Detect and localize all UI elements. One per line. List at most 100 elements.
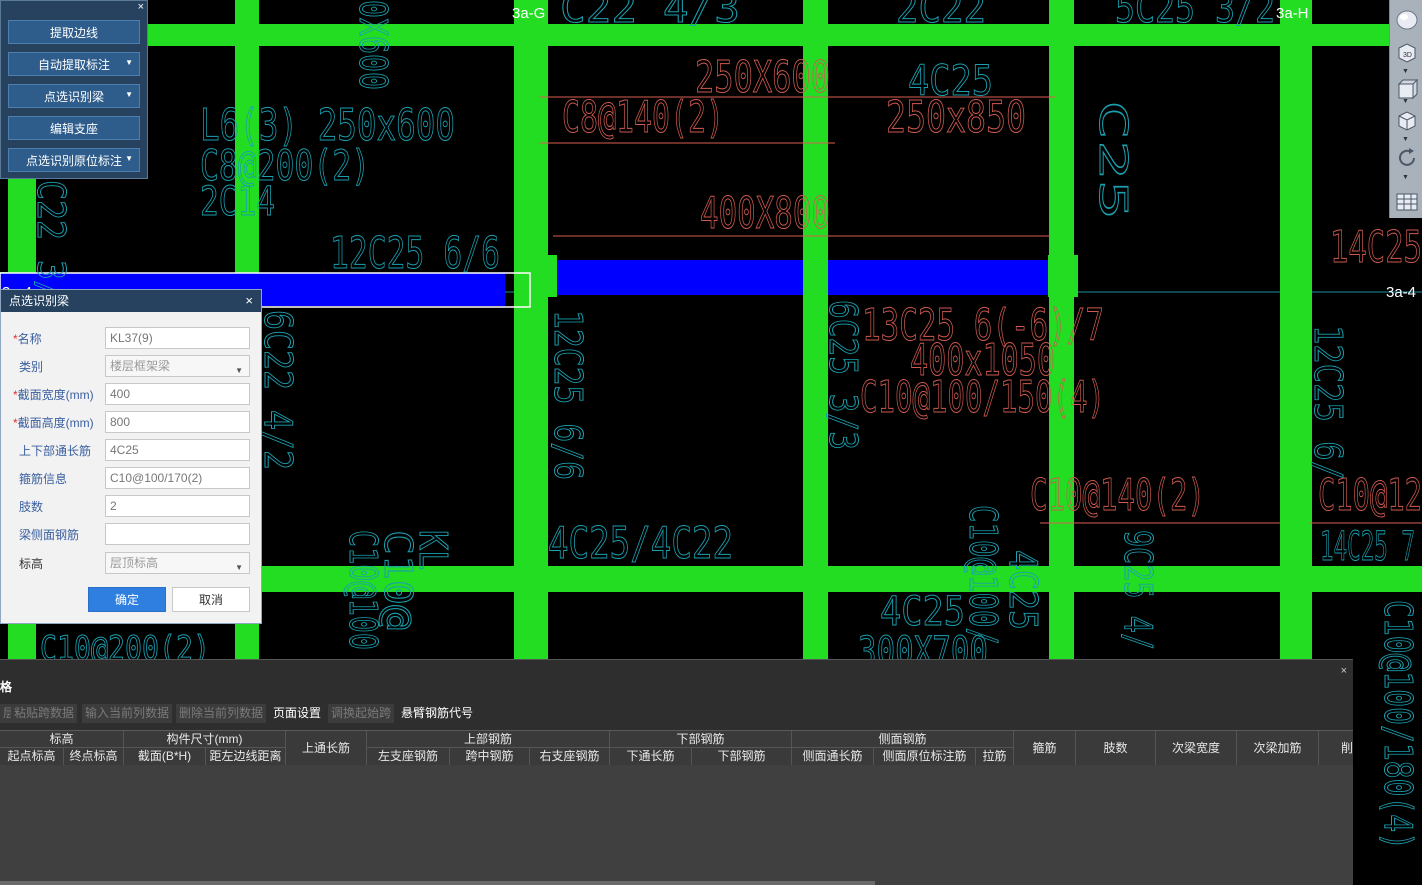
field-category: 类别 楼层框架梁 ▼ (1, 355, 263, 377)
stirrup-input[interactable]: C10@100/170(2) (105, 467, 250, 489)
tool-button-label: 自动提取标注 (37, 57, 110, 72)
tool-button-label: 点选识别原位标注 (25, 153, 122, 168)
cad-label: C22 4/3 (560, 0, 740, 32)
header-side-inplace[interactable]: 侧面原位标注筋 (874, 748, 976, 765)
field-label: 箍筋信息 (19, 472, 68, 486)
cube-view-icon[interactable] (1393, 106, 1420, 134)
header-secondary-rebar[interactable]: 次梁加筋 (1237, 731, 1319, 765)
pick-identify-beam-dialog: 点选识别梁 × *名称 KL37(9) 类别 楼层框架梁 ▼ *截面宽度(mm) … (0, 289, 262, 624)
chevron-down-icon[interactable]: ▼ (1402, 98, 1409, 105)
header-tie-bar[interactable]: 拉筋 (976, 748, 1014, 765)
header-side-through[interactable]: 侧面通长筋 (792, 748, 874, 765)
section-height-input[interactable]: 800 (105, 411, 250, 433)
category-select[interactable]: 楼层框架梁 ▼ (105, 355, 250, 377)
close-icon[interactable]: × (245, 290, 253, 312)
tool-button-label: 编辑支座 (49, 121, 98, 136)
field-label: *名称 (13, 332, 42, 346)
cancel-button[interactable]: 取消 (172, 587, 250, 612)
delete-column-data-button[interactable]: 删除当前列数据 (176, 704, 267, 723)
axis-label: 3a-4 (1386, 284, 1416, 301)
header-elevation[interactable]: 标高 (0, 731, 124, 748)
table-body[interactable] (0, 765, 1353, 885)
3d-view-icon[interactable]: 3D (1393, 38, 1420, 66)
beam-tool-panel: × 提取边线 自动提取标注 ▼ 点选识别梁 ▼ 编辑支座 点选识别原位标注 ▼ (0, 0, 148, 179)
cad-label: 12C25 6/6 (546, 310, 590, 480)
header-size[interactable]: 构件尺寸(mm) (124, 731, 286, 748)
header-bottom-through[interactable]: 下通长筋 (610, 748, 692, 765)
tool-panel-close-icon[interactable]: × (138, 1, 144, 13)
field-label: *截面高度(mm) (13, 416, 94, 430)
close-icon[interactable]: × (1341, 665, 1347, 677)
swap-start-span-button[interactable]: 调换起始跨 (328, 704, 395, 723)
header-start-elevation[interactable]: 起点标高 (0, 748, 64, 765)
header-stirrup[interactable]: 箍筋 (1014, 731, 1076, 765)
edit-support-button[interactable]: 编辑支座 (8, 116, 140, 140)
cantilever-rebar-code-button[interactable]: 悬臂钢筋代号 (398, 704, 476, 723)
pick-identify-beam-button[interactable]: 点选识别梁 ▼ (8, 84, 140, 108)
header-end-elevation[interactable]: 终点标高 (64, 748, 124, 765)
cad-label: C8@140(2) (562, 92, 724, 143)
layout-grid-icon[interactable] (1393, 188, 1420, 216)
header-bottom-rebar[interactable]: 下部钢筋 (610, 731, 792, 748)
extract-edge-button[interactable]: 提取边线 (8, 20, 140, 44)
cad-label: C10@100/180(4) (1376, 600, 1420, 850)
field-through-bars: 上下部通长筋 4C25 (1, 439, 263, 461)
render-sphere-icon[interactable] (1393, 6, 1420, 34)
dialog-titlebar[interactable]: 点选识别梁 × (1, 290, 261, 312)
header-side-rebar[interactable]: 侧面钢筋 (792, 731, 1014, 748)
input-column-data-button[interactable]: 输入当前列数据 (82, 704, 173, 723)
header-top-through[interactable]: 上通长筋 (286, 731, 367, 765)
header-right-support[interactable]: 右支座钢筋 (530, 748, 610, 765)
chevron-down-icon[interactable]: ▼ (1402, 136, 1409, 143)
field-stirrup: 箍筋信息 C10@100/170(2) (1, 467, 263, 489)
header-secondary-width[interactable]: 次梁宽度 (1156, 731, 1237, 765)
cad-label: C22 3/ (29, 180, 73, 300)
field-name: *名称 KL37(9) (1, 327, 263, 349)
cad-label: 2C14 (200, 179, 275, 225)
header-left-edge-distance[interactable]: 距左边线距离 (206, 748, 286, 765)
section-width-input[interactable]: 400 (105, 383, 250, 405)
header-left-support[interactable]: 左支座钢筋 (367, 748, 450, 765)
chevron-down-icon[interactable]: ▼ (1402, 174, 1409, 181)
pick-identify-inplace-annotation-button[interactable]: 点选识别原位标注 ▼ (8, 148, 140, 172)
legs-input[interactable]: 2 (105, 495, 250, 517)
tool-button-label: 提取边线 (49, 25, 98, 40)
cad-label: 9C25 4/ (1116, 530, 1160, 650)
axis-label: 3a-G (512, 5, 545, 22)
header-more[interactable]: 削 (1319, 731, 1353, 765)
side-bars-input[interactable] (105, 523, 250, 545)
chevron-down-icon[interactable]: ▼ (1402, 68, 1409, 75)
field-elevation: 标高 层顶标高 ▼ (1, 552, 263, 574)
cad-label: 14C25 (1330, 222, 1422, 273)
cad-label: C10@12 (1318, 470, 1422, 521)
page-setup-button[interactable]: 页面设置 (270, 704, 324, 723)
chevron-down-icon[interactable]: ▼ (125, 58, 133, 67)
cad-label: C10@100/150(4) (860, 372, 1105, 423)
paste-span-data-button[interactable]: 粘贴跨数据 (11, 704, 78, 723)
header-bottom-bars[interactable]: 下部钢筋 (692, 748, 792, 765)
header-section[interactable]: 截面(B*H) (124, 748, 206, 765)
horizontal-scrollbar[interactable] (0, 881, 875, 885)
elevation-select[interactable]: 层顶标高 ▼ (105, 552, 250, 574)
header-top-rebar[interactable]: 上部钢筋 (367, 731, 610, 748)
svg-text:3D: 3D (1403, 52, 1412, 59)
cad-label: C10@100/ (961, 505, 1005, 645)
cad-label: 250x850 (886, 92, 1026, 143)
field-section-width: *截面宽度(mm) 400 (1, 383, 263, 405)
through-bars-input[interactable]: 4C25 (105, 439, 250, 461)
chevron-down-icon[interactable]: ▼ (125, 90, 133, 99)
rotate-icon[interactable] (1393, 144, 1420, 172)
cad-label: 6C25 3/3 (821, 300, 865, 450)
cad-label: C25 (1091, 100, 1135, 220)
auto-extract-annotation-button[interactable]: 自动提取标注 ▼ (8, 52, 140, 76)
chevron-down-icon[interactable]: ▼ (125, 154, 133, 163)
ok-button[interactable]: 确定 (88, 587, 166, 612)
table-header: 标高 构件尺寸(mm) 上通长筋 上部钢筋 下部钢筋 侧面钢筋 箍筋 肢数 次梁… (0, 730, 1353, 766)
chevron-down-icon: ▼ (235, 366, 243, 375)
header-legs[interactable]: 肢数 (1076, 731, 1156, 765)
field-label: *截面宽度(mm) (13, 388, 94, 402)
name-input[interactable]: KL37(9) (105, 327, 250, 349)
field-label: 类别 (19, 360, 44, 374)
field-section-height: *截面高度(mm) 800 (1, 411, 263, 433)
header-mid-span[interactable]: 跨中钢筋 (450, 748, 530, 765)
